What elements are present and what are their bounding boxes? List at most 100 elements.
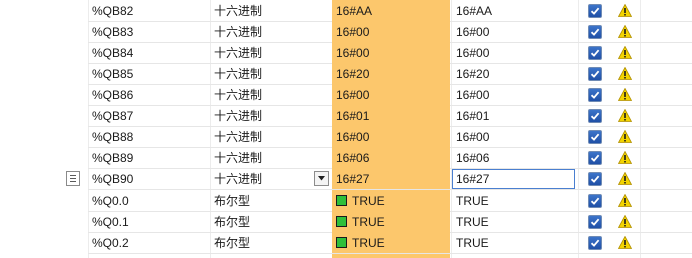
modify-value-cell[interactable]: 16#AA <box>452 0 576 22</box>
monitor-value-cell: 16#27 <box>332 168 450 190</box>
modify-value-cell[interactable]: TRUE <box>452 232 576 254</box>
modify-checkbox[interactable] <box>584 126 608 148</box>
warning-cell <box>612 147 638 169</box>
modify-value-cell[interactable]: TRUE <box>452 190 576 212</box>
modify-value-input[interactable]: 16#27 <box>452 168 576 190</box>
display-format-cell[interactable]: 布尔型 <box>210 190 332 212</box>
warning-cell <box>612 211 638 233</box>
modify-value-cell[interactable]: 16#00 <box>452 84 576 106</box>
modify-value-cell[interactable]: 16#00 <box>452 126 576 148</box>
monitor-value-cell: TRUE <box>332 211 450 233</box>
checkbox-checked-icon <box>588 88 602 102</box>
table-row[interactable]: %QB86 十六进制 16#00 16#00 <box>0 84 692 106</box>
table-row[interactable]: %Q0.2 布尔型 TRUE TRUE <box>0 232 692 254</box>
modify-value-cell[interactable]: 16#01 <box>452 105 576 127</box>
warning-triangle-icon <box>618 130 632 143</box>
display-format-cell[interactable]: 十六进制 <box>210 84 332 106</box>
warning-cell <box>612 232 638 254</box>
modify-checkbox[interactable] <box>584 190 608 212</box>
warning-triangle-icon <box>618 109 632 122</box>
address-cell[interactable]: %Q0.1 <box>88 211 206 233</box>
warning-triangle-icon <box>618 25 632 38</box>
row-editor-icon[interactable] <box>66 171 80 186</box>
address-cell[interactable]: %QB83 <box>88 21 206 43</box>
table-row[interactable]: %QB82 十六进制 16#AA 16#AA <box>0 0 692 22</box>
warning-triangle-icon <box>618 194 632 207</box>
address-cell[interactable]: %QB84 <box>88 42 206 64</box>
modify-checkbox[interactable] <box>584 105 608 127</box>
table-row[interactable]: %QB87 十六进制 16#01 16#01 <box>0 105 692 127</box>
address-cell[interactable]: %QB85 <box>88 63 206 85</box>
warning-cell <box>612 84 638 106</box>
checkbox-checked-icon <box>588 194 602 208</box>
table-row[interactable]: %QB85 十六进制 16#20 16#20 <box>0 63 692 85</box>
modify-checkbox[interactable] <box>584 63 608 85</box>
table-row[interactable]: %QB89 十六进制 16#06 16#06 <box>0 147 692 169</box>
checkbox-checked-icon <box>588 25 602 39</box>
table-row[interactable]: %Q0.0 布尔型 TRUE TRUE <box>0 190 692 212</box>
checkbox-checked-icon <box>588 151 602 165</box>
warning-triangle-icon <box>618 236 632 249</box>
warning-cell <box>612 168 638 190</box>
display-format-cell[interactable]: 十六进制 <box>210 147 332 169</box>
modify-value-cell[interactable]: TRUE <box>452 211 576 233</box>
monitor-value-cell: 16#06 <box>332 147 450 169</box>
modify-checkbox[interactable] <box>584 211 608 233</box>
monitor-value-cell: 16#01 <box>332 105 450 127</box>
address-cell[interactable]: %Q0.0 <box>88 190 206 212</box>
display-format-cell[interactable]: 十六进制 <box>210 126 332 148</box>
modify-checkbox[interactable] <box>584 42 608 64</box>
display-format-cell[interactable]: 十六进制 <box>210 63 332 85</box>
bool-true-icon <box>336 237 347 248</box>
display-format-cell[interactable]: 十六进制 <box>210 105 332 127</box>
modify-checkbox[interactable] <box>584 232 608 254</box>
address-cell[interactable]: %QB86 <box>88 84 206 106</box>
format-dropdown-button[interactable] <box>314 171 329 186</box>
table-row[interactable]: %Q0.1 布尔型 TRUE TRUE <box>0 211 692 233</box>
checkbox-checked-icon <box>588 46 602 60</box>
warning-triangle-icon <box>618 215 632 228</box>
modify-value-cell[interactable]: 16#20 <box>452 63 576 85</box>
modify-checkbox[interactable] <box>584 21 608 43</box>
display-format-cell[interactable]: 十六进制 <box>210 42 332 64</box>
address-cell[interactable]: %QB90 <box>88 168 206 190</box>
address-cell[interactable]: %QB88 <box>88 126 206 148</box>
warning-triangle-icon <box>618 67 632 80</box>
modify-checkbox[interactable] <box>584 168 608 190</box>
address-cell[interactable]: %QB82 <box>88 0 206 22</box>
modify-value-cell[interactable]: 16#06 <box>452 147 576 169</box>
checkbox-checked-icon <box>588 215 602 229</box>
bool-true-icon <box>336 216 347 227</box>
modify-value-cell[interactable]: 16#00 <box>452 42 576 64</box>
warning-cell <box>612 63 638 85</box>
modify-value-cell[interactable]: 16#00 <box>452 21 576 43</box>
checkbox-checked-icon <box>588 130 602 144</box>
modify-checkbox[interactable] <box>584 0 608 22</box>
warning-cell <box>612 126 638 148</box>
monitor-value-cell: 16#AA <box>332 0 450 22</box>
display-format-cell[interactable]: 十六进制 <box>210 21 332 43</box>
warning-cell <box>612 21 638 43</box>
table-row-partial <box>0 254 692 258</box>
monitor-value-cell: 16#20 <box>332 63 450 85</box>
monitor-value-text: TRUE <box>352 215 385 229</box>
address-cell[interactable]: %QB87 <box>88 105 206 127</box>
modify-checkbox[interactable] <box>584 147 608 169</box>
display-format-cell[interactable]: 十六进制 <box>210 0 332 22</box>
table-row[interactable]: %QB88 十六进制 16#00 16#00 <box>0 126 692 148</box>
table-row-selected[interactable]: %QB90 十六进制 16#27 16#27 <box>0 168 692 190</box>
bool-true-icon <box>336 195 347 206</box>
display-format-cell[interactable]: 布尔型 <box>210 232 332 254</box>
warning-triangle-icon <box>618 151 632 164</box>
checkbox-checked-icon <box>588 67 602 81</box>
checkbox-checked-icon <box>588 4 602 18</box>
warning-triangle-icon <box>618 46 632 59</box>
table-row[interactable]: %QB83 十六进制 16#00 16#00 <box>0 21 692 43</box>
modify-checkbox[interactable] <box>584 84 608 106</box>
checkbox-checked-icon <box>588 109 602 123</box>
warning-cell <box>612 0 638 22</box>
table-row[interactable]: %QB84 十六进制 16#00 16#00 <box>0 42 692 64</box>
address-cell[interactable]: %QB89 <box>88 147 206 169</box>
address-cell[interactable]: %Q0.2 <box>88 232 206 254</box>
display-format-cell[interactable]: 布尔型 <box>210 211 332 233</box>
